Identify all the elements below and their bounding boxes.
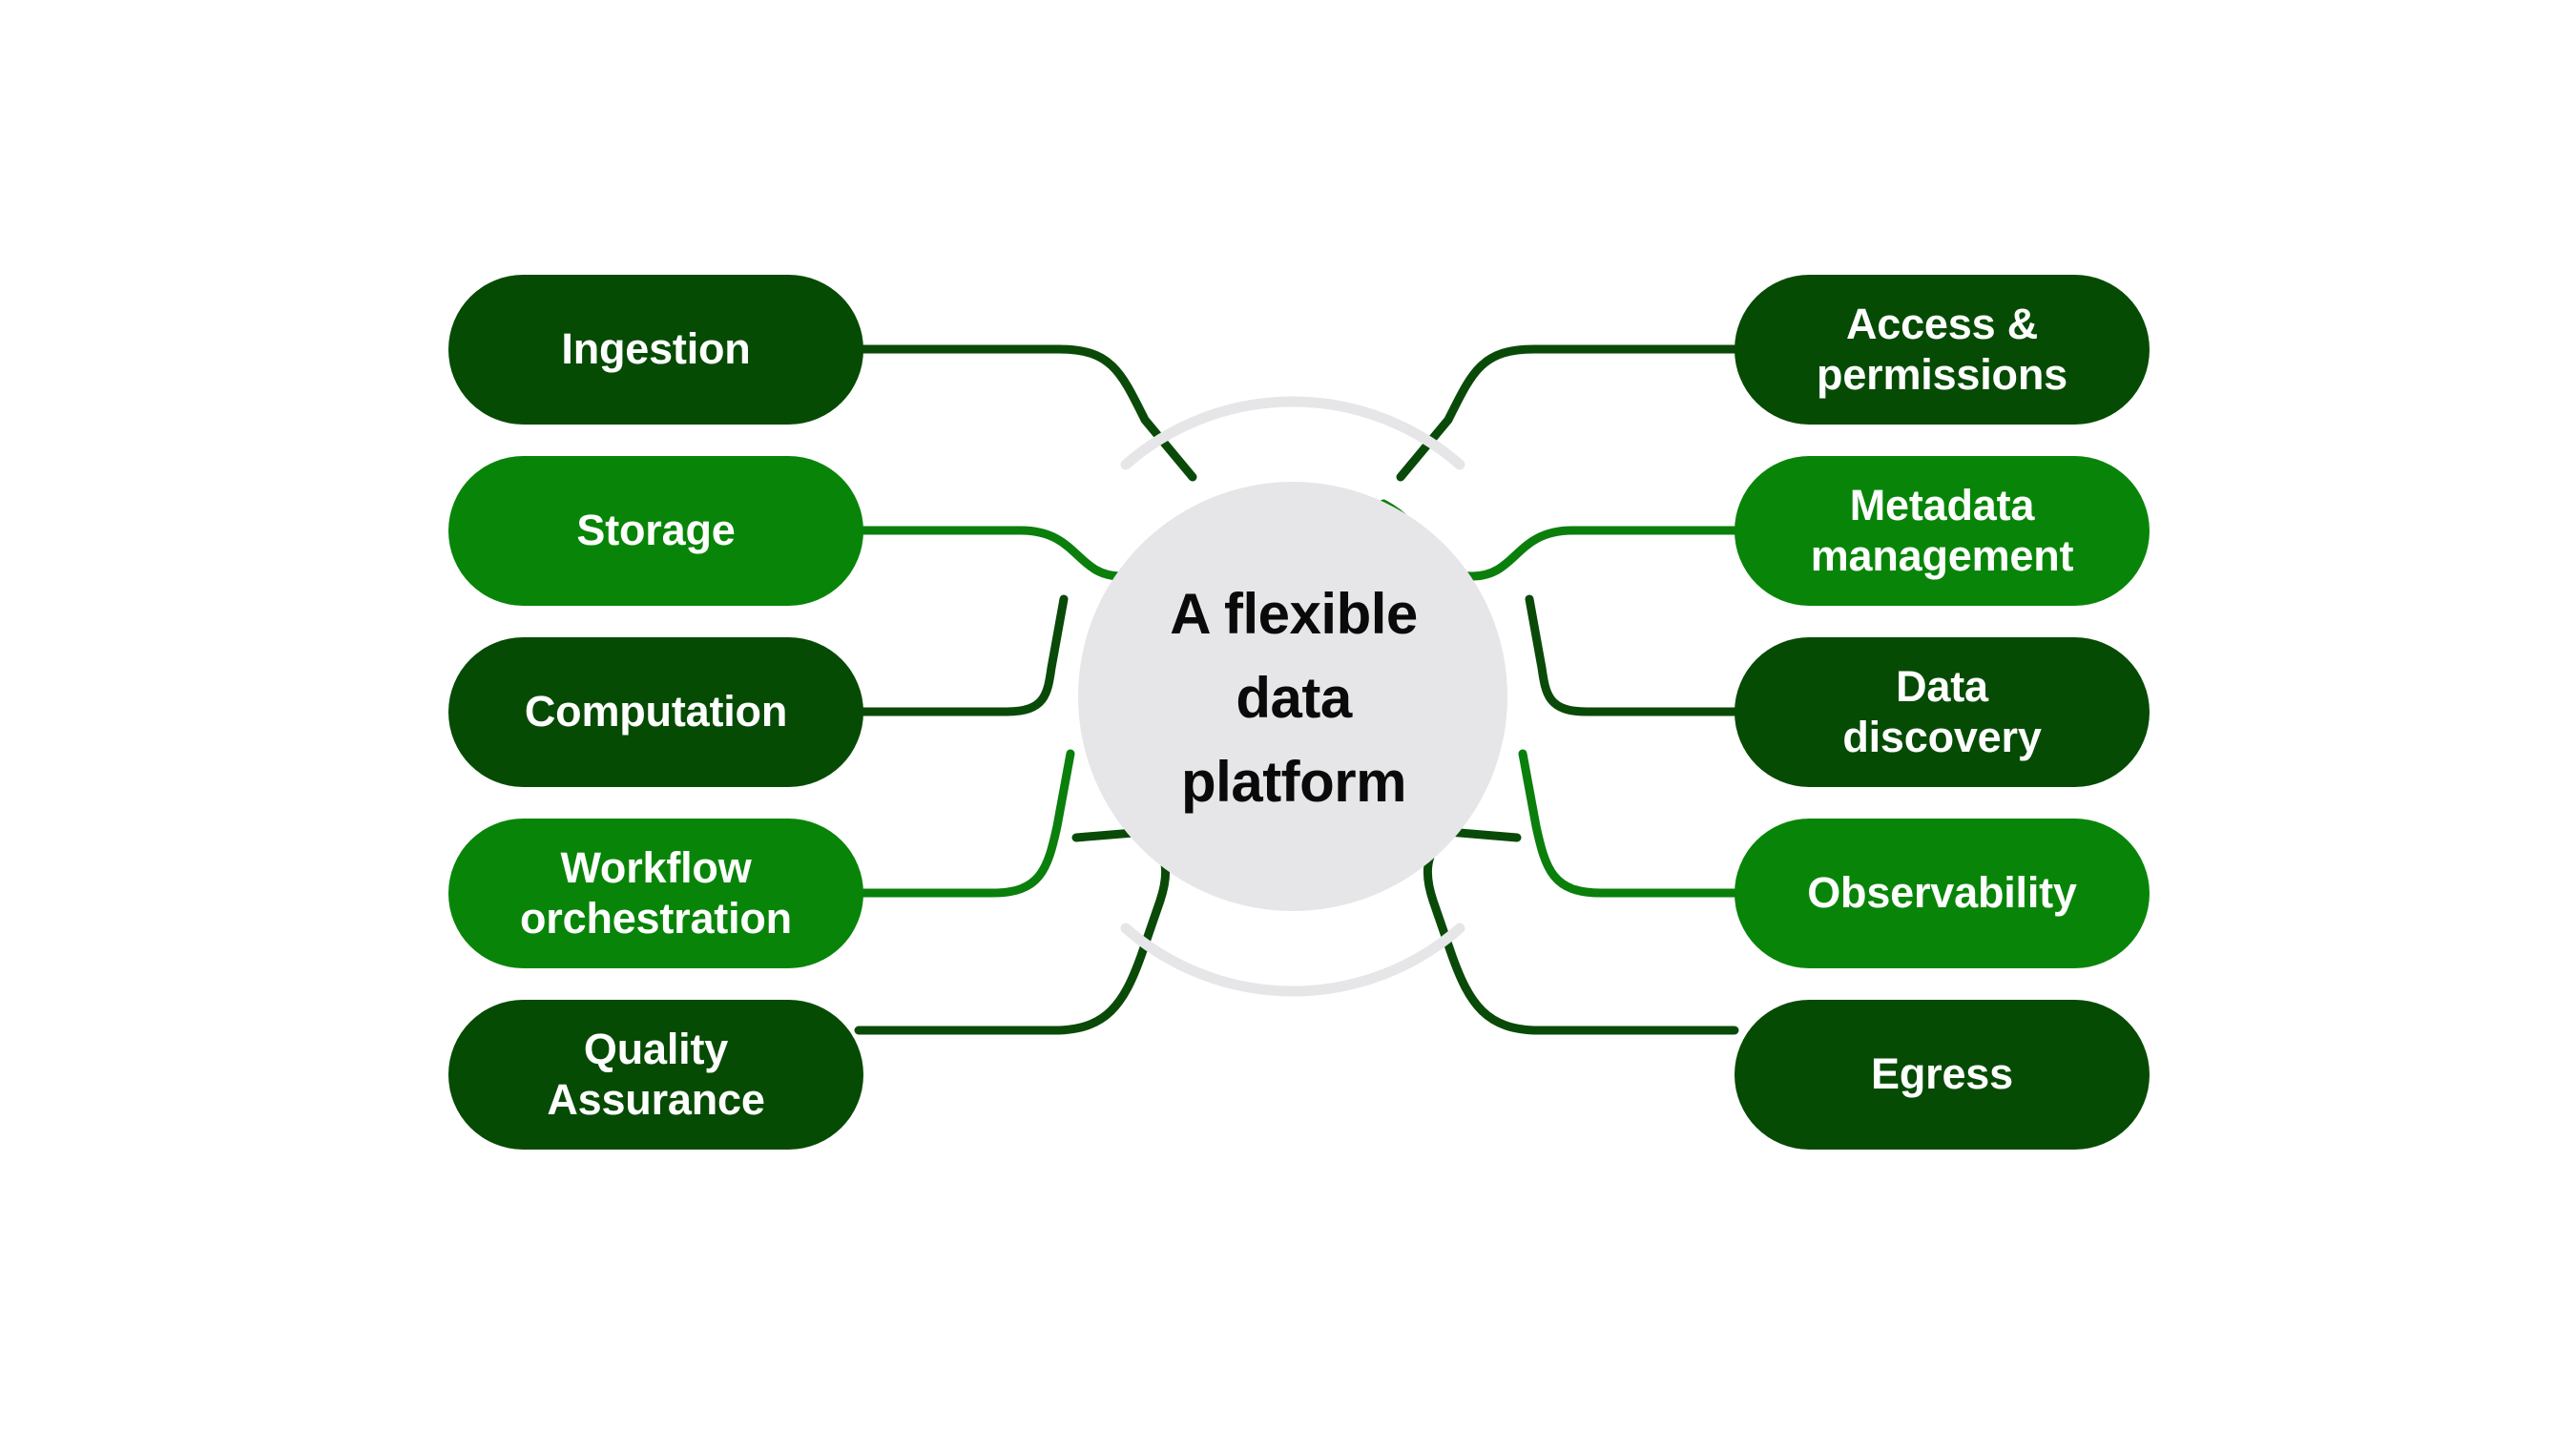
node-storage[interactable]: Storage bbox=[448, 456, 863, 606]
node-label: Storage bbox=[576, 506, 736, 555]
node-label: Ingestion bbox=[561, 324, 751, 374]
node-label: Data discovery bbox=[1842, 662, 2042, 761]
hub-label-line-2: data bbox=[1236, 666, 1352, 731]
node-access-permissions[interactable]: Access & permissions bbox=[1735, 275, 2150, 425]
connector-quality bbox=[854, 827, 1171, 1035]
node-label: Workflow orchestration bbox=[520, 843, 792, 943]
node-label: Egress bbox=[1871, 1049, 2013, 1099]
node-label: Computation bbox=[524, 687, 788, 736]
node-label: Quality Assurance bbox=[547, 1025, 765, 1124]
hub-label-line-1: A flexible bbox=[1170, 582, 1418, 646]
node-metadata-management[interactable]: Metadata management bbox=[1735, 456, 2150, 606]
node-data-discovery[interactable]: Data discovery bbox=[1735, 637, 2150, 787]
hub-label-line-3: platform bbox=[1181, 750, 1407, 815]
node-quality-assurance[interactable]: Quality Assurance bbox=[448, 1000, 863, 1150]
connector-workflow bbox=[854, 749, 1075, 898]
hub-label: A flexible data platform bbox=[1078, 572, 1509, 825]
connector-metadata bbox=[1379, 499, 1739, 581]
node-egress[interactable]: Egress bbox=[1735, 1000, 2150, 1150]
diagram-canvas: A flexible data platform Ingestion Stora… bbox=[0, 0, 2576, 1431]
node-ingestion[interactable]: Ingestion bbox=[448, 275, 863, 425]
node-workflow-orchestration[interactable]: Workflow orchestration bbox=[448, 819, 863, 968]
node-computation[interactable]: Computation bbox=[448, 637, 863, 787]
node-label: Access & permissions bbox=[1817, 300, 2067, 399]
connector-observability bbox=[1518, 749, 1739, 898]
connector-computation bbox=[854, 594, 1069, 716]
connector-egress bbox=[1423, 827, 1739, 1035]
connector-ingestion bbox=[854, 344, 1197, 482]
node-label: Observability bbox=[1807, 868, 2077, 918]
connector-storage bbox=[854, 499, 1215, 581]
connector-access-permissions bbox=[1396, 344, 1739, 482]
connector-data-discovery bbox=[1525, 594, 1739, 716]
node-observability[interactable]: Observability bbox=[1735, 819, 2150, 968]
node-label: Metadata management bbox=[1810, 481, 2074, 580]
